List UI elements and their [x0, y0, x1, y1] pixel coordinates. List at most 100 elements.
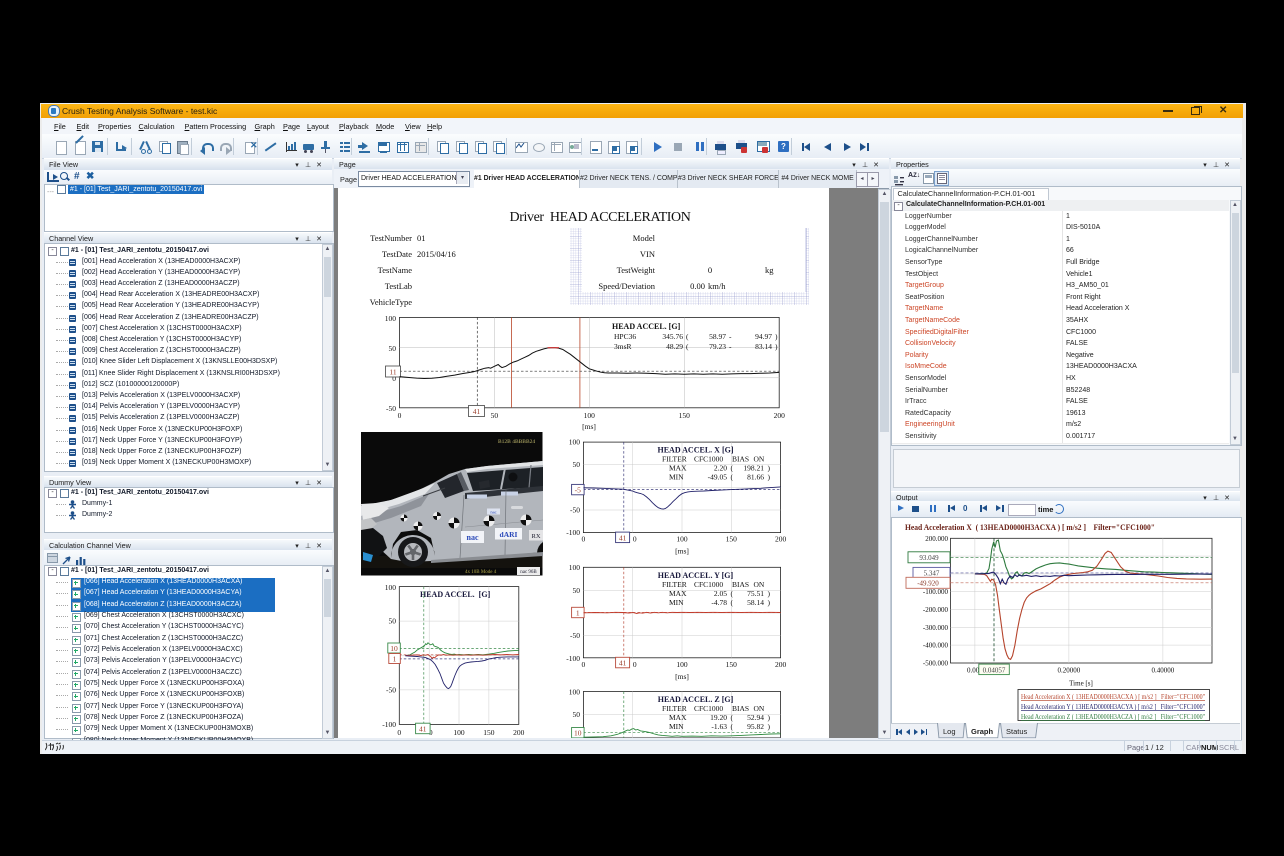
svg-text:MAX: MAX: [669, 464, 687, 473]
svg-text:HEAD ACCEL. [G]: HEAD ACCEL. [G]: [612, 322, 681, 331]
svg-text:10: 10: [390, 644, 398, 653]
svg-text:50: 50: [491, 411, 499, 420]
svg-text:Head Acceleration X ( 13HEAD00: Head Acceleration X ( 13HEAD0000H3ACXA )…: [1021, 694, 1205, 701]
svg-text:km/h: km/h: [708, 281, 726, 291]
svg-text:MIN: MIN: [669, 473, 684, 482]
svg-text:95.82: 95.82: [747, 722, 764, 731]
svg-text:200.000: 200.000: [925, 535, 948, 543]
svg-text:MAX: MAX: [669, 589, 687, 598]
svg-text:0: 0: [397, 728, 401, 737]
svg-text:-100.000: -100.000: [923, 588, 949, 596]
svg-text:5.347: 5.347: [924, 570, 940, 578]
svg-text:50: 50: [389, 617, 397, 626]
svg-text:0: 0: [633, 660, 637, 669]
svg-text:100: 100: [676, 535, 688, 544]
svg-text:345.76: 345.76: [662, 332, 683, 341]
svg-text:): ): [775, 332, 778, 341]
svg-text:11: 11: [389, 368, 396, 377]
svg-text:200: 200: [774, 411, 786, 420]
svg-text:-100: -100: [566, 654, 580, 663]
svg-text:HEAD ACCEL. X [G]: HEAD ACCEL. X [G]: [657, 446, 733, 455]
svg-text:TestLab: TestLab: [385, 281, 412, 291]
svg-text:-500.000: -500.000: [923, 659, 949, 667]
svg-text:0: 0: [398, 411, 402, 420]
svg-text:0: 0: [582, 535, 586, 544]
svg-text:150: 150: [679, 411, 691, 420]
svg-text:HEAD ACCEL. Y [G]: HEAD ACCEL. Y [G]: [658, 571, 734, 580]
svg-text:[ms]: [ms]: [675, 672, 689, 681]
svg-text:-50: -50: [570, 506, 580, 515]
svg-text:4x 10B Mode 4: 4x 10B Mode 4: [465, 570, 497, 575]
svg-text:): ): [768, 598, 771, 607]
svg-text:MIN: MIN: [669, 598, 684, 607]
svg-text:-50: -50: [386, 404, 396, 413]
svg-text:0.04057: 0.04057: [983, 666, 1006, 674]
svg-text:50: 50: [573, 710, 581, 719]
svg-text:81.66: 81.66: [747, 473, 764, 482]
svg-text:10: 10: [574, 729, 582, 738]
svg-text:-: -: [729, 332, 732, 341]
svg-text:2.20: 2.20: [714, 464, 727, 473]
svg-text:Driver HEAD ACCELERATION: Driver HEAD ACCELERATION: [510, 210, 691, 225]
svg-text:100: 100: [453, 728, 465, 737]
svg-text:Head Acceleration Y ( 13HEAD00: Head Acceleration Y ( 13HEAD0000H3ACYA )…: [1021, 704, 1205, 711]
svg-text:B12B 4BBBB24: B12B 4BBBB24: [498, 439, 535, 445]
svg-text:nac 96B: nac 96B: [520, 570, 537, 575]
svg-text:kg: kg: [765, 265, 774, 275]
svg-text:(: (: [731, 722, 734, 731]
svg-text:HEAD ACCEL. Z [G]: HEAD ACCEL. Z [G]: [658, 695, 734, 704]
svg-text:150: 150: [483, 728, 495, 737]
svg-text:41: 41: [419, 725, 427, 734]
svg-text:MAX: MAX: [669, 713, 687, 722]
svg-text:50: 50: [389, 344, 397, 353]
svg-text:1: 1: [393, 655, 397, 664]
svg-text:2015/04/16: 2015/04/16: [417, 249, 456, 259]
svg-text:100: 100: [385, 314, 397, 323]
svg-text:[ms]: [ms]: [675, 547, 689, 556]
svg-text:Head Acceleration Z ( 13HEAD00: Head Acceleration Z ( 13HEAD0000H3ACZA )…: [1021, 714, 1205, 721]
svg-text:-200.000: -200.000: [923, 606, 949, 614]
svg-text:FILTERCFC1000BIASON: FILTERCFC1000BIASON: [662, 455, 765, 464]
svg-text:100: 100: [385, 583, 397, 592]
svg-text:3msR: 3msR: [614, 342, 632, 351]
svg-text:(: (: [731, 473, 734, 482]
svg-text:100: 100: [569, 688, 581, 697]
svg-text:-: -: [729, 342, 732, 351]
svg-text:(: (: [731, 598, 734, 607]
svg-text:HEAD ACCEL. [G]: HEAD ACCEL. [G]: [420, 590, 491, 599]
svg-text:-100: -100: [382, 720, 396, 729]
svg-text:-50: -50: [386, 685, 396, 694]
svg-text:1: 1: [576, 608, 580, 617]
svg-text:Model: Model: [633, 233, 656, 243]
svg-text:100: 100: [569, 438, 581, 447]
svg-text:-300.000: -300.000: [923, 624, 949, 632]
svg-text:TestNumber: TestNumber: [370, 233, 412, 243]
svg-text:150: 150: [726, 535, 738, 544]
svg-text:RX: RX: [531, 533, 540, 540]
svg-text:0: 0: [633, 535, 637, 544]
svg-text:100: 100: [584, 411, 596, 420]
svg-text:75.51: 75.51: [747, 589, 764, 598]
svg-text:100: 100: [569, 563, 581, 572]
svg-text:41: 41: [619, 659, 627, 668]
svg-text:200: 200: [513, 728, 525, 737]
svg-text:): ): [768, 722, 771, 731]
svg-text:200: 200: [775, 660, 787, 669]
svg-text:nac: nac: [490, 510, 496, 515]
svg-text:0: 0: [582, 660, 586, 669]
svg-text:-50: -50: [570, 631, 580, 640]
svg-text:2.05: 2.05: [714, 589, 727, 598]
svg-text:198.21: 198.21: [743, 464, 764, 473]
svg-text:FILTERCFC1000BIASON: FILTERCFC1000BIASON: [662, 580, 765, 589]
svg-text:nac: nac: [467, 533, 479, 542]
svg-text:-100: -100: [566, 528, 580, 537]
svg-text:94.97: 94.97: [755, 332, 772, 341]
svg-text:(: (: [686, 332, 689, 341]
svg-text:0.00: 0.00: [690, 281, 705, 291]
svg-text:50: 50: [573, 460, 581, 469]
svg-text:-4.78: -4.78: [711, 598, 727, 607]
svg-text:VehicleType: VehicleType: [370, 297, 413, 307]
svg-text:-49.05: -49.05: [708, 473, 728, 482]
svg-text:52.94: 52.94: [747, 713, 764, 722]
svg-text:-5: -5: [575, 485, 581, 494]
